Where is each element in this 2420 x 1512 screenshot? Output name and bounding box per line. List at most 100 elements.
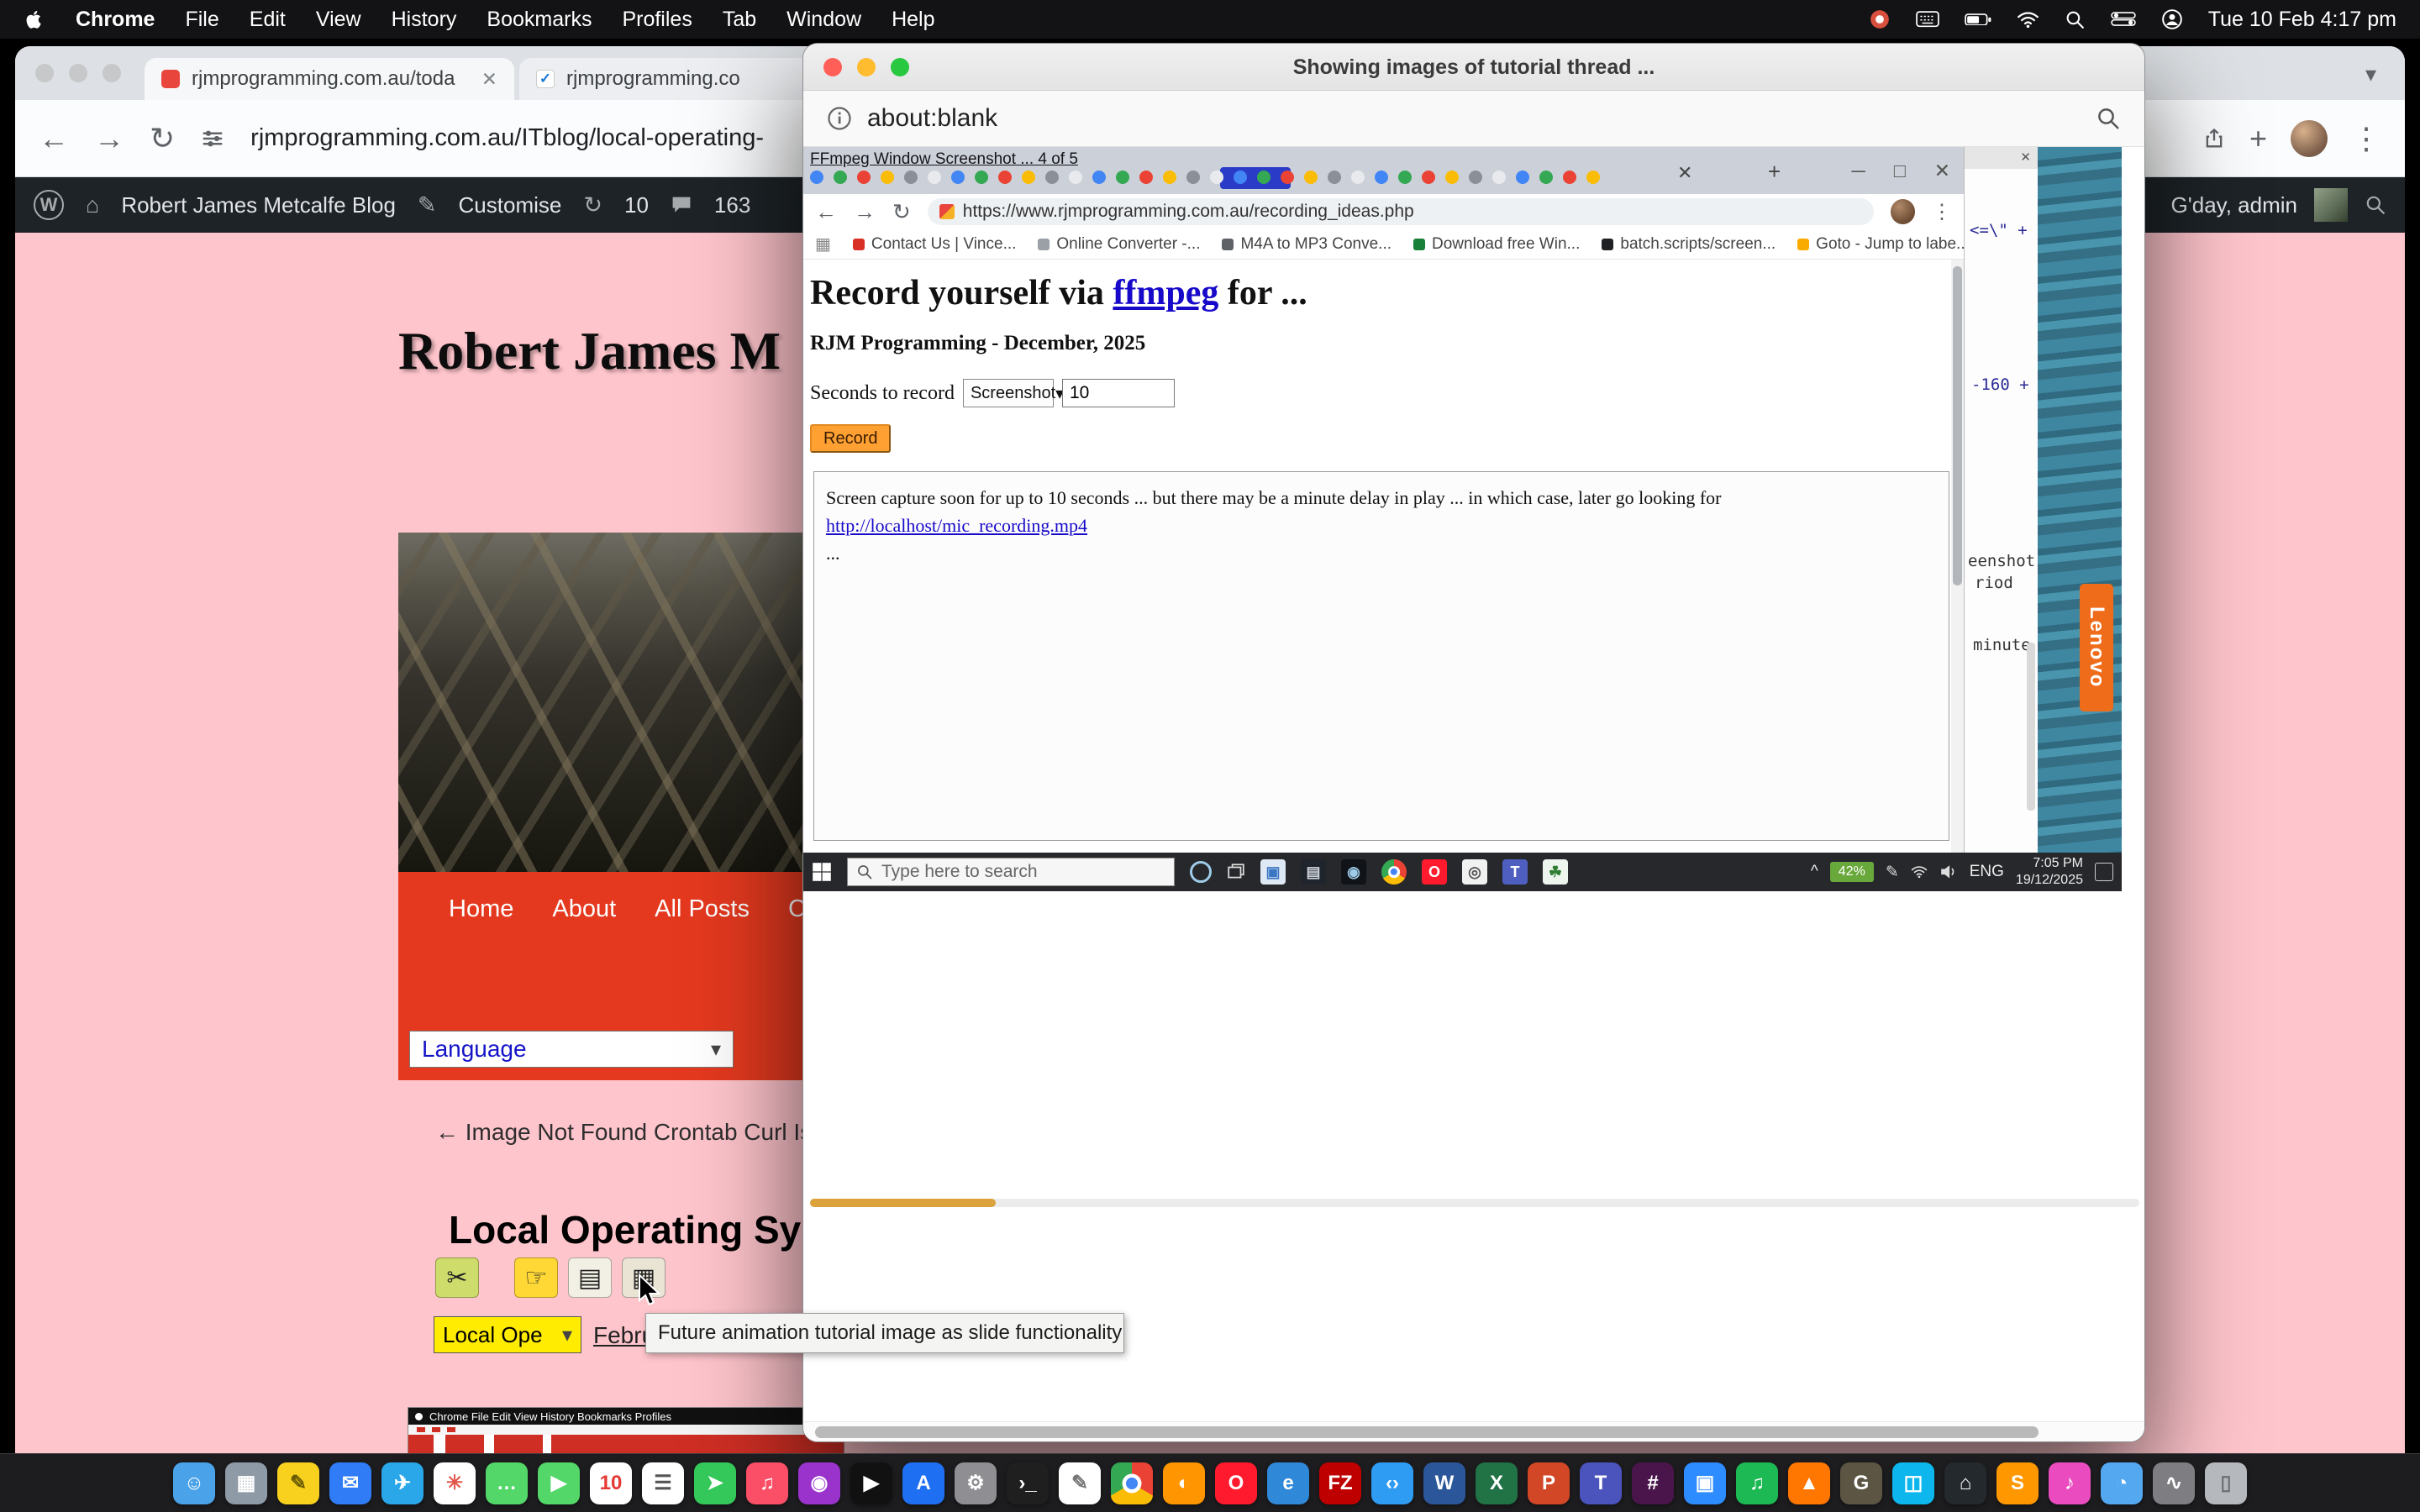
tiny-tab-favicon[interactable] (1045, 171, 1059, 184)
site-settings-icon[interactable] (200, 126, 225, 151)
close-window-button[interactable] (35, 64, 54, 82)
menubar-item-tab[interactable]: Tab (723, 8, 756, 32)
tiny-tab-favicon[interactable] (1398, 171, 1412, 184)
notes-icon[interactable]: ✎ (277, 1462, 319, 1504)
activity-monitor-icon[interactable]: ∿ (2153, 1462, 2195, 1504)
vscode-icon[interactable]: ‹› (1371, 1462, 1413, 1504)
partial-scrollbar[interactable] (2027, 643, 2035, 811)
horizontal-scrollbar[interactable] (803, 1421, 2144, 1441)
blog-nav-link[interactable]: About (552, 895, 616, 923)
tiny-tab-favicon[interactable] (1328, 171, 1341, 184)
tiny-tab-favicon[interactable] (1422, 171, 1435, 184)
docker-icon[interactable]: ◫ (1892, 1462, 1934, 1504)
tiny-tab-favicon[interactable] (1069, 171, 1082, 184)
wp-search-icon[interactable] (2365, 194, 2386, 216)
tiny-tab-favicon[interactable] (1304, 171, 1318, 184)
share-icon[interactable] (2202, 127, 2226, 150)
tiny-tab-favicon[interactable] (1351, 171, 1365, 184)
wp-customise-link[interactable]: Customise (459, 192, 562, 218)
cortana-icon[interactable] (1190, 861, 1212, 883)
browser-tab-active[interactable]: rjmprogramming.com.au/toda ✕ (145, 58, 514, 100)
tv-icon[interactable]: ▶ (850, 1462, 892, 1504)
facetime-icon[interactable]: ▶ (538, 1462, 580, 1504)
window-controls-inactive[interactable] (35, 64, 121, 82)
profile-avatar[interactable] (2291, 120, 2328, 157)
itunes-icon[interactable]: ♪ (2049, 1462, 2091, 1504)
win-vertical-scrollbar[interactable] (1951, 260, 1964, 853)
mode-select[interactable]: Screenshot▾ (963, 379, 1054, 407)
zoom-window-button[interactable] (103, 64, 121, 82)
tiny-tab-favicon[interactable] (1563, 171, 1576, 184)
tab-close-icon[interactable]: ✕ (481, 68, 497, 91)
menubar-app-name[interactable]: Chrome (76, 8, 155, 32)
volume-icon[interactable] (1939, 864, 1958, 879)
record-button[interactable]: Record (810, 424, 891, 453)
tab-search-chevron-icon[interactable]: ▾ (2365, 61, 2376, 87)
menubar-item-history[interactable]: History (392, 8, 457, 32)
menubar-item-window[interactable]: Window (786, 8, 861, 32)
sublime-icon[interactable]: S (1996, 1462, 2039, 1504)
settings-icon[interactable]: ⚙ (955, 1462, 997, 1504)
excel-icon[interactable]: X (1476, 1462, 1518, 1504)
zoom-icon[interactable]: ▣ (1684, 1462, 1726, 1504)
tiny-tab-favicon[interactable] (1257, 171, 1270, 184)
podcasts-icon[interactable]: ◉ (798, 1462, 840, 1504)
wifi-icon[interactable] (2017, 8, 2039, 31)
pen-icon[interactable]: ✎ (1886, 863, 1899, 882)
filezilla-icon[interactable]: FZ (1319, 1462, 1361, 1504)
win-address-bar[interactable]: https://www.rjmprogramming.com.au/record… (928, 198, 1874, 225)
battery-indicator[interactable]: 42% (1830, 862, 1874, 882)
photos-icon[interactable]: ✳ (434, 1462, 476, 1504)
new-tab-icon[interactable]: + (1768, 159, 1781, 185)
tiny-tab-favicon[interactable] (1375, 171, 1388, 184)
edge-icon[interactable]: e (1267, 1462, 1309, 1504)
spotify-icon[interactable]: ♫ (1736, 1462, 1778, 1504)
forward-button[interactable]: → (854, 201, 876, 223)
wp-greeting[interactable]: G'day, admin (2171, 192, 2297, 218)
taskbar-search-box[interactable]: Type here to search (847, 858, 1175, 886)
book-button[interactable]: ▤ (568, 1257, 612, 1298)
chrome-icon[interactable] (1111, 1462, 1153, 1504)
taskbar-clock[interactable]: 7:05 PM19/12/2025 (2016, 855, 2083, 889)
control-center-icon[interactable] (2111, 12, 2136, 26)
tiny-tab-favicon[interactable] (1469, 171, 1482, 184)
calendar-icon[interactable]: 10 (590, 1462, 632, 1504)
obs-icon[interactable]: ◎ (1462, 859, 1487, 885)
info-icon[interactable] (827, 106, 852, 131)
slack-icon[interactable]: # (1632, 1462, 1674, 1504)
finder-icon[interactable]: ☺ (173, 1462, 215, 1504)
battery-icon[interactable] (1965, 13, 1991, 26)
wp-site-name[interactable]: Robert James Metcalfe Blog (121, 192, 396, 218)
pointer-button[interactable]: ☞ (514, 1257, 558, 1298)
bookmark-item[interactable]: Download free Win... (1413, 235, 1580, 254)
tiny-tab-favicon[interactable] (904, 171, 918, 184)
win-profile-avatar[interactable] (1891, 199, 1915, 224)
tiny-tab-favicon[interactable] (1022, 171, 1035, 184)
minimize-window-button[interactable] (857, 58, 876, 76)
reload-button[interactable]: ↻ (150, 123, 175, 154)
github-icon[interactable]: ⌂ (1944, 1462, 1986, 1504)
tiny-tab-favicon[interactable] (1139, 171, 1153, 184)
user-switch-icon[interactable] (2161, 8, 2183, 30)
reload-button[interactable]: ↻ (892, 201, 911, 223)
tab-close-icon[interactable]: ✕ (1677, 162, 1692, 184)
back-button[interactable]: ← (39, 123, 69, 154)
music-icon[interactable]: ♫ (746, 1462, 788, 1504)
tiny-tab-favicon[interactable] (857, 171, 871, 184)
maximize-icon[interactable]: □ (1894, 160, 1906, 182)
terminal-icon[interactable]: ›_ (1007, 1462, 1049, 1504)
close-icon[interactable]: ✕ (1934, 160, 1950, 182)
tiny-tab-favicon[interactable] (1586, 171, 1600, 184)
menubar-clock[interactable]: Tue 10 Feb 4:17 pm (2208, 8, 2396, 32)
powerpoint-icon[interactable]: P (1528, 1462, 1570, 1504)
viewer-titlebar[interactable]: Showing images of tutorial thread ... (803, 44, 2144, 91)
blog-nav-link[interactable]: Home (449, 895, 513, 923)
chrome-icon[interactable] (1381, 859, 1407, 885)
customise-icon[interactable]: ✎ (418, 192, 437, 218)
teams-icon[interactable]: T (1502, 859, 1528, 885)
comments-icon[interactable] (671, 195, 692, 214)
leaf-icon[interactable]: ☘ (1543, 859, 1568, 885)
opera-icon[interactable]: O (1215, 1462, 1257, 1504)
language-select[interactable]: Language ▾ (409, 1031, 734, 1068)
launchpad-icon[interactable]: ▦ (225, 1462, 267, 1504)
